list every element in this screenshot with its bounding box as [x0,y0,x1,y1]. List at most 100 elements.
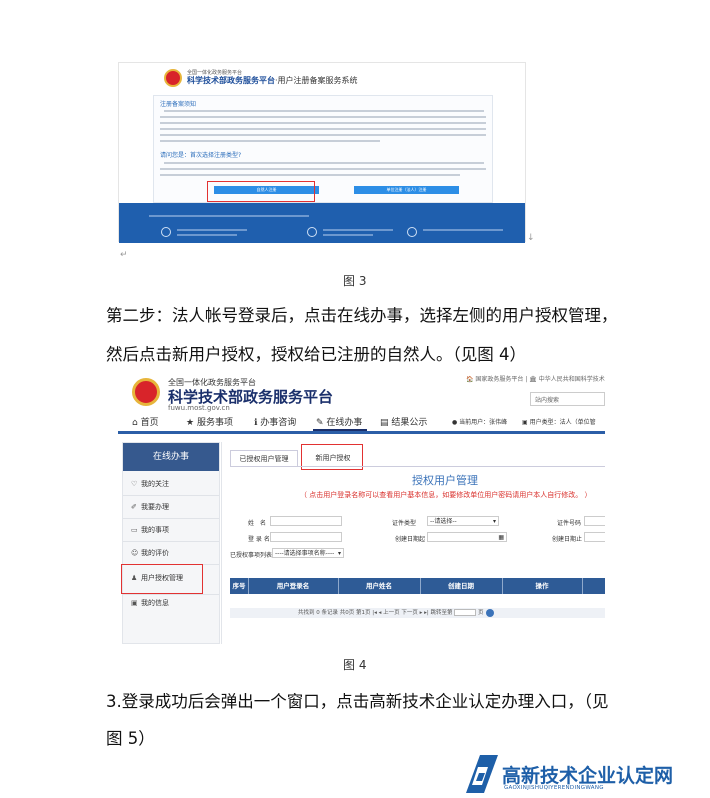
cert-no-label: 证件号码 [557,520,582,527]
column-header: 操作 [535,582,549,590]
smile-icon: ☺ [131,549,139,557]
sidebar-item-my-items[interactable]: ▭ 我的事项 [131,525,169,535]
registration-footer [119,203,525,243]
notice-text-line [164,110,484,112]
notice-text-line [160,122,486,124]
cert-type-label: 证件类型 [392,520,417,527]
notice-text-line [160,134,486,136]
step3-line2: 图 5） [106,729,155,748]
authorized-items-label: 已授权事项列表 [230,552,273,559]
main-nav: ⌂ 首页 ★ 服务事项 ℹ 办事咨询 ✎ 在线办事 ▤ 结果公示 ● 当前用户：… [118,412,605,431]
footer-text-line [423,229,503,231]
notice-text-line [160,140,380,142]
footer-text-line [323,234,373,236]
column-header: 用户姓名 [366,582,392,590]
registration-header: 全国一体化政务服务平台 科学技术部政务服务平台·用户注册备案服务系统 [119,63,525,93]
footer-text-line [149,215,309,217]
chevron-down-icon: ▾ [492,518,496,525]
name-label: 姓 名 [248,520,267,527]
current-user: ● 当前用户：张伟峰 [452,419,508,426]
star-icon: ★ [186,418,195,428]
name-input[interactable] [270,516,342,526]
question-text-line [160,174,460,176]
notice-section-title: 注册备案须知 [160,101,197,108]
registration-notice-box: 注册备案须知 请问您是：首次选择注册类型? 自然人注册 单位注册（法人）注册 [153,95,493,203]
created-end-input[interactable] [584,532,605,542]
nav-services[interactable]: ★ 服务事项 [186,415,233,428]
card-icon: ▣ [522,419,528,426]
nav-consult[interactable]: ℹ 办事咨询 [254,415,296,428]
notice-text-line [160,128,486,130]
sidebar-item-favorites[interactable]: ♡ 我的关注 [131,479,169,489]
sidebar-divider [123,594,219,595]
sidebar-divider [123,518,219,519]
authorized-items-select[interactable]: ----请选择事项名称---- ▾ [272,548,344,558]
nav-bottom-bar [118,431,605,434]
site-search-input[interactable]: 站内搜索 [530,392,605,406]
column-header: 序号 [232,582,246,590]
created-end-label: 创建日期止 [552,536,583,543]
sidebar-item-apply[interactable]: ✐ 我要办理 [131,502,169,512]
nav-results[interactable]: ▤ 结果公示 [380,415,427,428]
page-jump-input[interactable] [454,609,477,616]
paragraph-return-mark: ↵ [120,250,128,260]
chevron-down-icon: ▾ [337,550,341,557]
figure-4-screenshot: 全国一体化政务服务平台 科学技术部政务服务平台 fuwu.most.gov.cn… [118,372,605,644]
watermark: 高新技术企业认定网 GAOXINJISHUQIYERENDINGWANG [466,755,710,798]
user-type: ▣ 用户类型：法人（单位管 [522,419,596,426]
highlight-box [121,564,203,594]
portal-main-title: 科学技术部政务服务平台·用户注册备案服务系统 [187,76,358,85]
info-icon: ℹ [254,418,258,428]
nav-home[interactable]: ⌂ 首页 [132,415,159,428]
table-header: 序号 用户登录名 用户姓名 创建日期 操作 [230,578,605,594]
legal-register-button[interactable]: 单位注册（法人）注册 [354,186,459,194]
created-start-input[interactable]: ▦ [427,532,507,542]
main-panel: 已授权用户管理 新用户授权 授权用户管理 （ 点击用户登录名称可以查看用户基本信… [221,442,605,644]
pagination-bar: 共找到 0 条记录 共0页 第1页 |◂ ◂ 上一页 下一页 ▸ ▸| 跳转至第… [230,608,605,618]
figure-3-screenshot: 全国一体化政务服务平台 科学技术部政务服务平台·用户注册备案服务系统 注册备案须… [118,62,526,243]
figure-3-caption: 图 3 [343,274,367,288]
question-text-line [160,168,486,170]
sidebar-divider [123,495,219,496]
question-text-line [164,162,484,164]
figure-4-caption: 图 4 [343,658,367,672]
go-button[interactable] [485,608,494,617]
sidebar-header: 在线办事 [123,443,219,471]
watermark-title: 高新技术企业认定网 [502,765,674,787]
brand-logo-icon [466,755,498,793]
top-links[interactable]: 🏠 国家政务服务平台 | 🏛 中华人民共和国科学技术部 | ♪ [466,374,605,383]
footer-text-line [177,234,237,236]
phone-icon [161,227,171,237]
pencil-icon: ✎ [316,418,324,428]
created-start-label: 创建日期起 [395,536,426,543]
sidebar-item-evaluations[interactable]: ☺ 我的评价 [131,548,169,558]
heart-icon: ♡ [131,480,138,488]
cloud-icon [407,227,417,237]
step2-line1: 第二步：法人帐号登录后，点击在线办事，选择左侧的用户授权管理， [106,306,618,325]
highlight-box [207,181,315,202]
column-header: 用户登录名 [276,582,310,590]
footer-text-line [323,229,393,231]
question-title: 请问您是：首次选择注册类型? [160,152,242,159]
edit-icon: ✐ [131,503,137,511]
login-input[interactable] [270,532,342,542]
calendar-icon: ▦ [498,534,504,541]
document-icon: ▤ [380,418,389,428]
sidebar: 在线办事 ♡ 我的关注 ✐ 我要办理 ▭ 我的事项 ☺ 我的评价 ♟ 用户授权管理 ▣ 我的… [121,442,220,644]
line-break-mark: ↓ [527,233,535,243]
cert-type-select[interactable]: --请选择-- ▾ [427,516,499,526]
cert-no-input[interactable] [584,516,605,526]
sidebar-item-my-info[interactable]: ▣ 我的信息 [131,598,169,608]
user-icon: ● [452,419,458,426]
watermark-subtitle: GAOXINJISHUQIYERENDINGWANG [504,785,604,791]
nav-online[interactable]: ✎ 在线办事 [316,415,362,428]
id-card-icon: ▣ [131,599,138,607]
column-header: 创建日期 [448,582,474,590]
notice-text-line [160,116,486,118]
national-emblem-icon [132,378,160,406]
footer-text-line [177,229,247,231]
login-label: 登 录 名 [248,536,270,543]
folder-icon: ▭ [131,526,138,534]
tab-authorized-users[interactable]: 已授权用户管理 [230,450,298,466]
tab-divider [230,466,605,467]
